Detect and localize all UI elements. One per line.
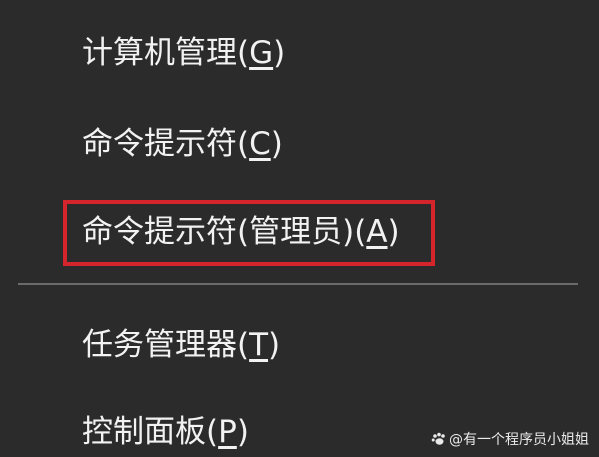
context-menu: 计算机管理(G) 命令提示符(C) 命令提示符(管理员)(A) 任务管理器(T)… [0,0,599,457]
watermark-text: @有一个程序员小姐姐 [449,432,589,448]
menu-item-label: 控制面板( [82,414,219,450]
menu-item-label: 任务管理器( [82,327,250,363]
menu-item-command-prompt-admin[interactable]: 命令提示符(管理员)(A) [82,212,400,252]
watermark: @有一个程序员小姐姐 [431,429,589,449]
menu-item-accelerator: P [218,414,237,450]
menu-item-task-manager[interactable]: 任务管理器(T) [82,325,280,365]
menu-item-accelerator: G [249,35,274,71]
menu-item-label: 命令提示符( [82,126,250,162]
menu-separator [18,283,578,285]
menu-item-label: 命令提示符(管理员)( [82,214,367,250]
menu-item-accelerator: A [366,214,388,250]
paw-icon [431,432,447,446]
menu-item-control-panel[interactable]: 控制面板(P) [82,412,249,452]
menu-item-suffix: ) [387,214,400,250]
menu-item-suffix: ) [273,35,286,71]
menu-item-accelerator: C [249,126,271,162]
menu-item-suffix: ) [270,126,283,162]
menu-item-label: 计算机管理( [82,35,250,71]
menu-item-command-prompt[interactable]: 命令提示符(C) [82,124,283,164]
menu-item-computer-management[interactable]: 计算机管理(G) [82,33,285,73]
menu-item-suffix: ) [236,414,249,450]
menu-item-accelerator: T [249,327,269,363]
menu-item-suffix: ) [268,327,281,363]
